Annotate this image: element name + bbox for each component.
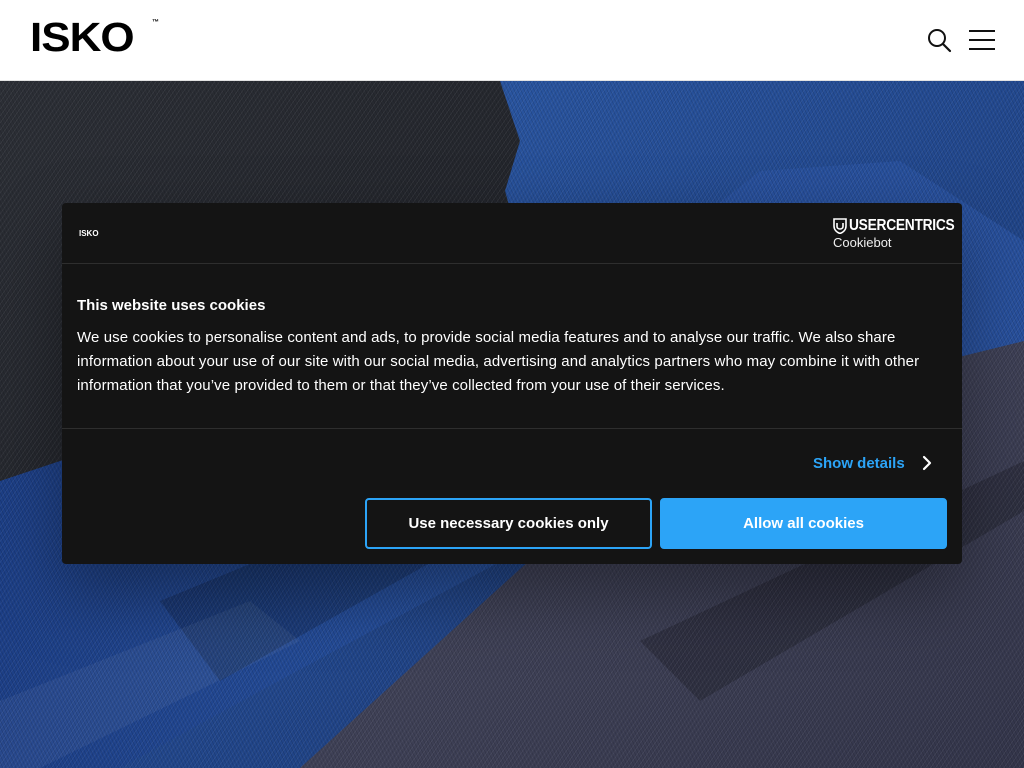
- site-header: ISKO ™: [0, 0, 1024, 81]
- hamburger-menu-icon[interactable]: [968, 28, 996, 52]
- show-details-link[interactable]: Show details: [813, 451, 933, 475]
- cookie-consent-dialog: ISKO USERCENTRICS Cookiebot This website…: [62, 203, 962, 564]
- dialog-body: This website uses cookies We use cookies…: [62, 264, 962, 429]
- dialog-isko-logo: ISKO: [79, 229, 99, 238]
- usercentrics-shield-icon: [833, 218, 847, 234]
- search-icon[interactable]: [926, 27, 952, 53]
- usercentrics-cookiebot-logo[interactable]: USERCENTRICS Cookiebot: [833, 217, 955, 251]
- show-details-label: Show details: [813, 454, 905, 472]
- dialog-description: We use cookies to personalise content an…: [77, 329, 920, 394]
- isko-logo[interactable]: ISKO ™: [30, 15, 159, 61]
- use-necessary-cookies-button[interactable]: Use necessary cookies only: [365, 498, 652, 549]
- logo-trademark: ™: [152, 19, 159, 26]
- usercentrics-name: USERCENTRICS: [849, 217, 955, 234]
- cookiebot-name: Cookiebot: [833, 235, 892, 250]
- allow-all-cookies-button[interactable]: Allow all cookies: [660, 498, 947, 549]
- dialog-title: This website uses cookies: [77, 297, 266, 314]
- chevron-right-icon: [922, 455, 931, 471]
- dialog-header: ISKO USERCENTRICS Cookiebot: [62, 203, 962, 264]
- logo-text: ISKO: [30, 15, 135, 61]
